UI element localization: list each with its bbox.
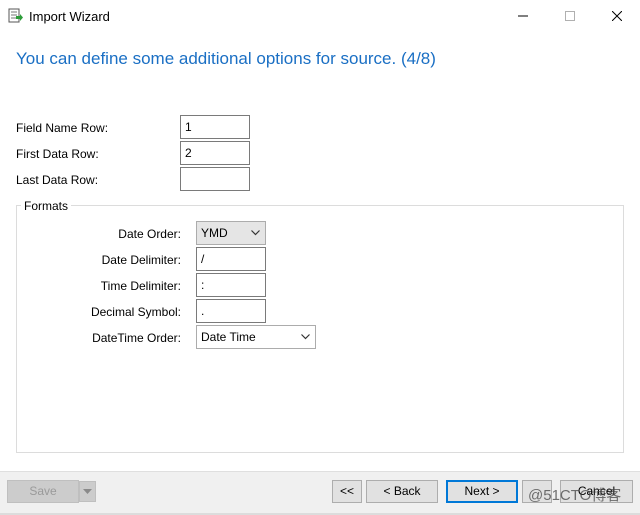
date-order-value: YMD (201, 226, 228, 240)
last-data-row-input[interactable] (180, 167, 250, 191)
minimize-icon (518, 15, 528, 17)
date-delimiter-label: Date Delimiter: (101, 253, 181, 267)
datetime-order-select[interactable]: Date Time (196, 325, 316, 349)
maximize-icon (565, 11, 575, 21)
datetime-order-value: Date Time (201, 330, 256, 344)
caret-down-icon (83, 489, 92, 494)
close-icon (612, 11, 622, 21)
field-name-row-label: Field Name Row: (16, 121, 109, 135)
time-delimiter-input[interactable]: : (196, 273, 266, 297)
minimize-button[interactable] (500, 0, 546, 32)
back-button[interactable]: < Back (366, 480, 438, 503)
first-data-row-input[interactable]: 2 (180, 141, 250, 165)
watermark: @51CTO博客 (528, 487, 622, 504)
date-order-select[interactable]: YMD (196, 221, 266, 245)
first-data-row-label: First Data Row: (16, 147, 99, 161)
formats-group (16, 205, 624, 453)
time-delimiter-label: Time Delimiter: (100, 279, 181, 293)
window-title: Import Wizard (29, 9, 110, 24)
decimal-symbol-label: Decimal Symbol: (90, 305, 181, 319)
import-wizard-icon (8, 8, 24, 24)
page-heading: You can define some additional options f… (16, 49, 436, 68)
close-button[interactable] (594, 0, 640, 32)
maximize-button[interactable] (547, 0, 593, 32)
first-page-button[interactable]: << (332, 480, 362, 503)
save-button[interactable]: Save (7, 480, 79, 503)
decimal-symbol-input[interactable]: . (196, 299, 266, 323)
chevron-down-icon (251, 230, 260, 236)
next-button[interactable]: Next > (446, 480, 518, 503)
date-delimiter-input[interactable]: / (196, 247, 266, 271)
chevron-down-icon (301, 334, 310, 340)
field-name-row-input[interactable]: 1 (180, 115, 250, 139)
save-dropdown-button[interactable] (79, 481, 96, 502)
formats-legend: Formats (21, 199, 72, 213)
datetime-order-label: DateTime Order: (92, 331, 181, 345)
last-data-row-label: Last Data Row: (16, 173, 99, 187)
title-bar: Import Wizard (0, 0, 640, 32)
date-order-label: Date Order: (118, 227, 181, 241)
